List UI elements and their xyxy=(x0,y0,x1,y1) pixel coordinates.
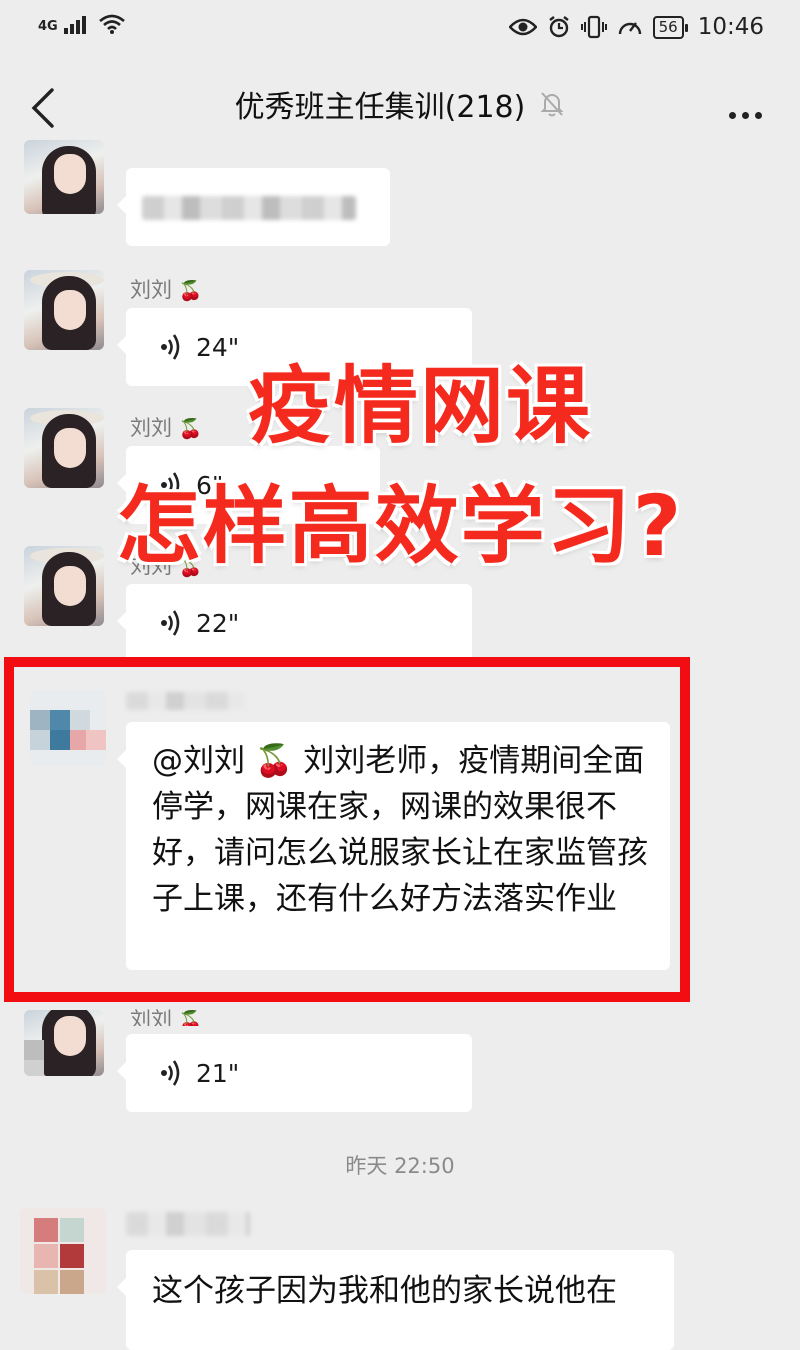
blurred-sender-name xyxy=(126,1212,250,1236)
alarm-icon xyxy=(548,16,569,38)
message-bubble[interactable]: 这个孩子因为我和他的家长说他在 xyxy=(117,1250,674,1350)
clock: 10:46 xyxy=(697,14,764,40)
sender-name: 刘刘 🍒 xyxy=(130,278,203,302)
battery-icon: 56 xyxy=(652,15,688,39)
more-options-icon[interactable] xyxy=(723,104,762,123)
voice-duration: 21" xyxy=(196,1058,240,1088)
network-type: 4G xyxy=(38,19,58,34)
signal-indicator: 4G xyxy=(38,14,125,34)
status-bar: 4G 56 10:46 xyxy=(0,0,800,62)
avatar[interactable] xyxy=(24,1010,104,1076)
speed-icon xyxy=(618,22,641,35)
blurred-text xyxy=(142,196,356,220)
sender-name: 刘刘 🍒 xyxy=(130,1004,202,1026)
overlay-headline-line2: 怎样高效学习? xyxy=(116,477,684,575)
timestamp-divider: 昨天 22:50 xyxy=(345,1154,455,1178)
voice-message[interactable]: 21" xyxy=(117,1034,472,1112)
voice-wave-icon xyxy=(161,610,180,636)
wifi-icon xyxy=(98,14,125,34)
chat-title: 优秀班主任集训(218) xyxy=(0,86,800,131)
avatar[interactable] xyxy=(24,140,104,214)
voice-wave-icon xyxy=(161,1060,180,1086)
mute-bell-icon xyxy=(539,87,565,131)
overlay-headline-line1: 疫情网课 xyxy=(247,357,592,455)
eye-icon xyxy=(508,18,537,36)
highlight-frame xyxy=(4,657,690,1002)
avatar[interactable] xyxy=(24,270,104,350)
cherry-icon: 🍒 xyxy=(178,1010,203,1026)
status-right: 56 10:46 xyxy=(508,14,764,40)
vibrate-icon xyxy=(580,15,607,39)
group-name: 优秀班主任集训(218) xyxy=(234,90,526,125)
message-bubble[interactable] xyxy=(117,168,390,246)
voice-message[interactable]: 22" xyxy=(117,584,472,662)
message-text: 这个孩子因为我和他的家长说他在 xyxy=(152,1273,617,1309)
signal-bars-icon xyxy=(64,16,88,34)
avatar-blurred[interactable] xyxy=(20,1208,106,1294)
voice-duration: 22" xyxy=(196,608,240,638)
cherry-icon: 🍒 xyxy=(178,280,203,302)
